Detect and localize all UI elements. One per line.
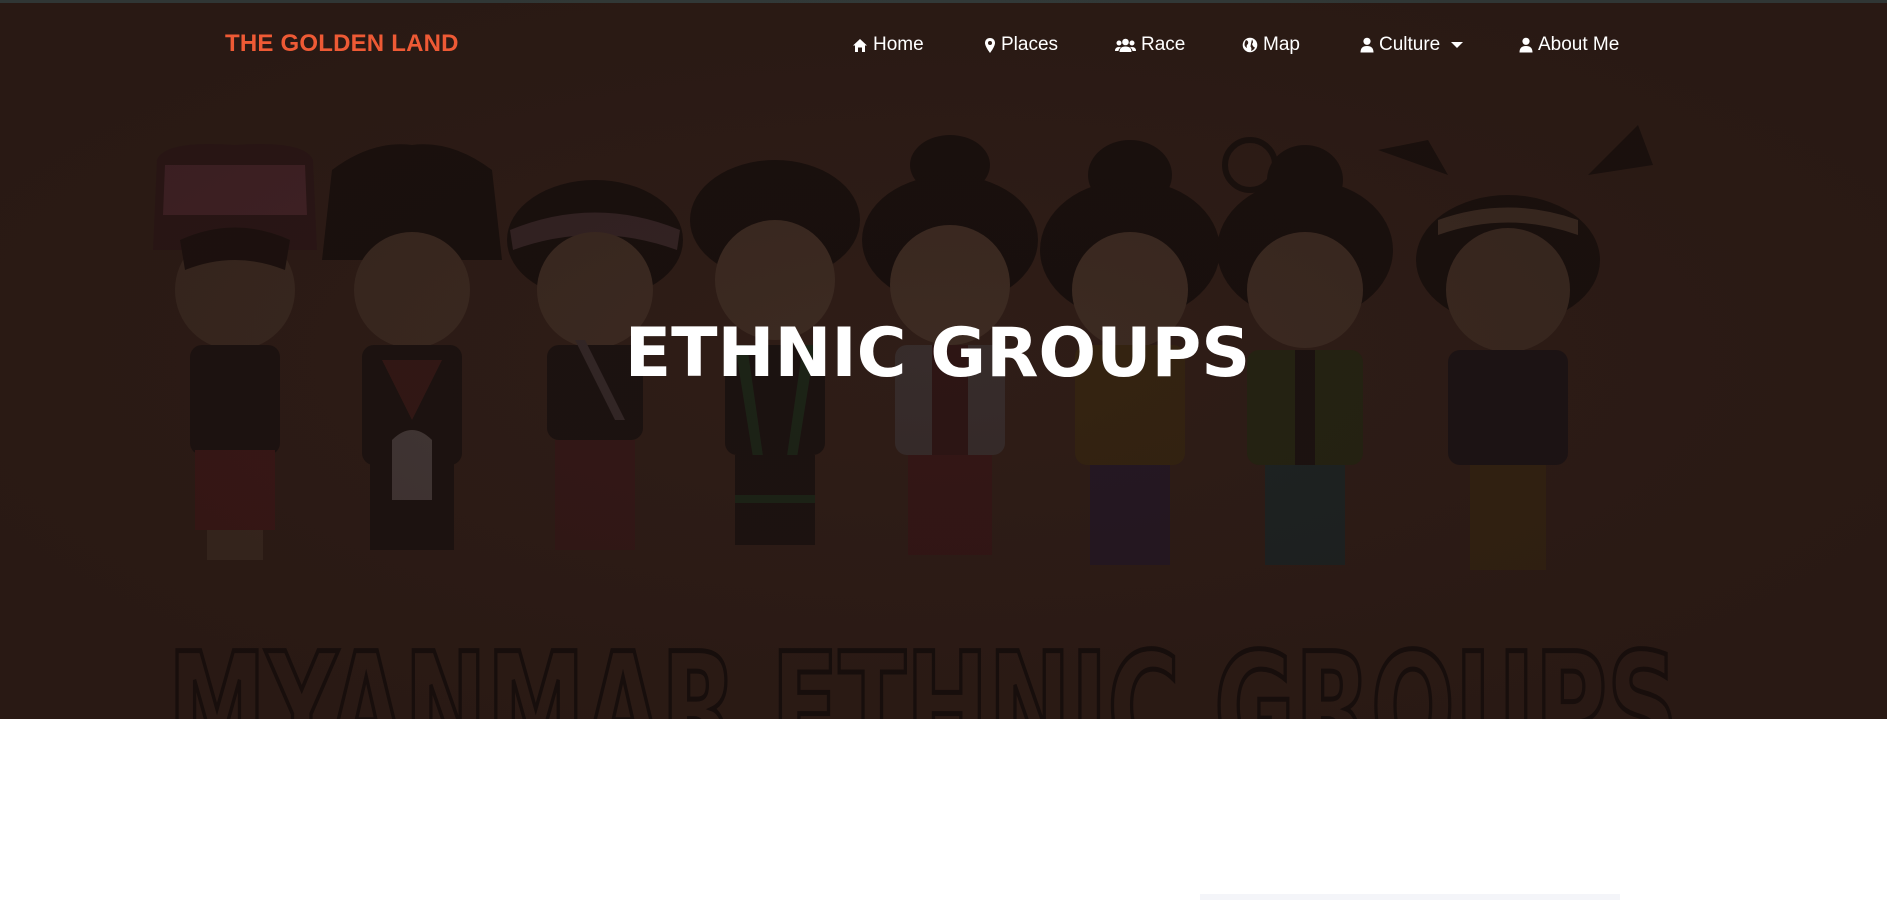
nav-about-label: About Me [1538, 34, 1620, 55]
user-icon [1360, 37, 1374, 53]
nav-places-label: Places [1001, 34, 1059, 55]
nav-about-me[interactable]: About Me [1519, 32, 1619, 58]
brand-logo[interactable]: THE GOLDEN LAND [225, 30, 459, 58]
content-card-edge [1200, 894, 1620, 900]
nav-race-label: Race [1141, 34, 1186, 55]
nav-culture-label: Culture [1379, 34, 1441, 55]
nav-map[interactable]: Map [1242, 32, 1300, 58]
globe-icon [1242, 37, 1258, 53]
nav-culture-dropdown[interactable]: Culture [1360, 32, 1464, 58]
nav-race[interactable]: Race [1115, 32, 1185, 58]
nav-home[interactable]: Home [852, 32, 924, 58]
map-marker-icon [984, 37, 996, 54]
hero-title: ETHNIC GROUPS [624, 314, 1251, 393]
nav-home-label: Home [873, 34, 924, 55]
user-icon [1519, 37, 1533, 53]
nav-map-label: Map [1263, 34, 1300, 55]
nav-places[interactable]: Places [984, 32, 1058, 58]
users-icon [1115, 38, 1136, 53]
home-icon [852, 38, 868, 53]
hero-banner: MYANMAR ETHNIC GROUPS THE GOLDEN LAND Ho… [0, 0, 1887, 719]
content-section [0, 719, 1887, 900]
chevron-down-icon [1451, 42, 1464, 48]
